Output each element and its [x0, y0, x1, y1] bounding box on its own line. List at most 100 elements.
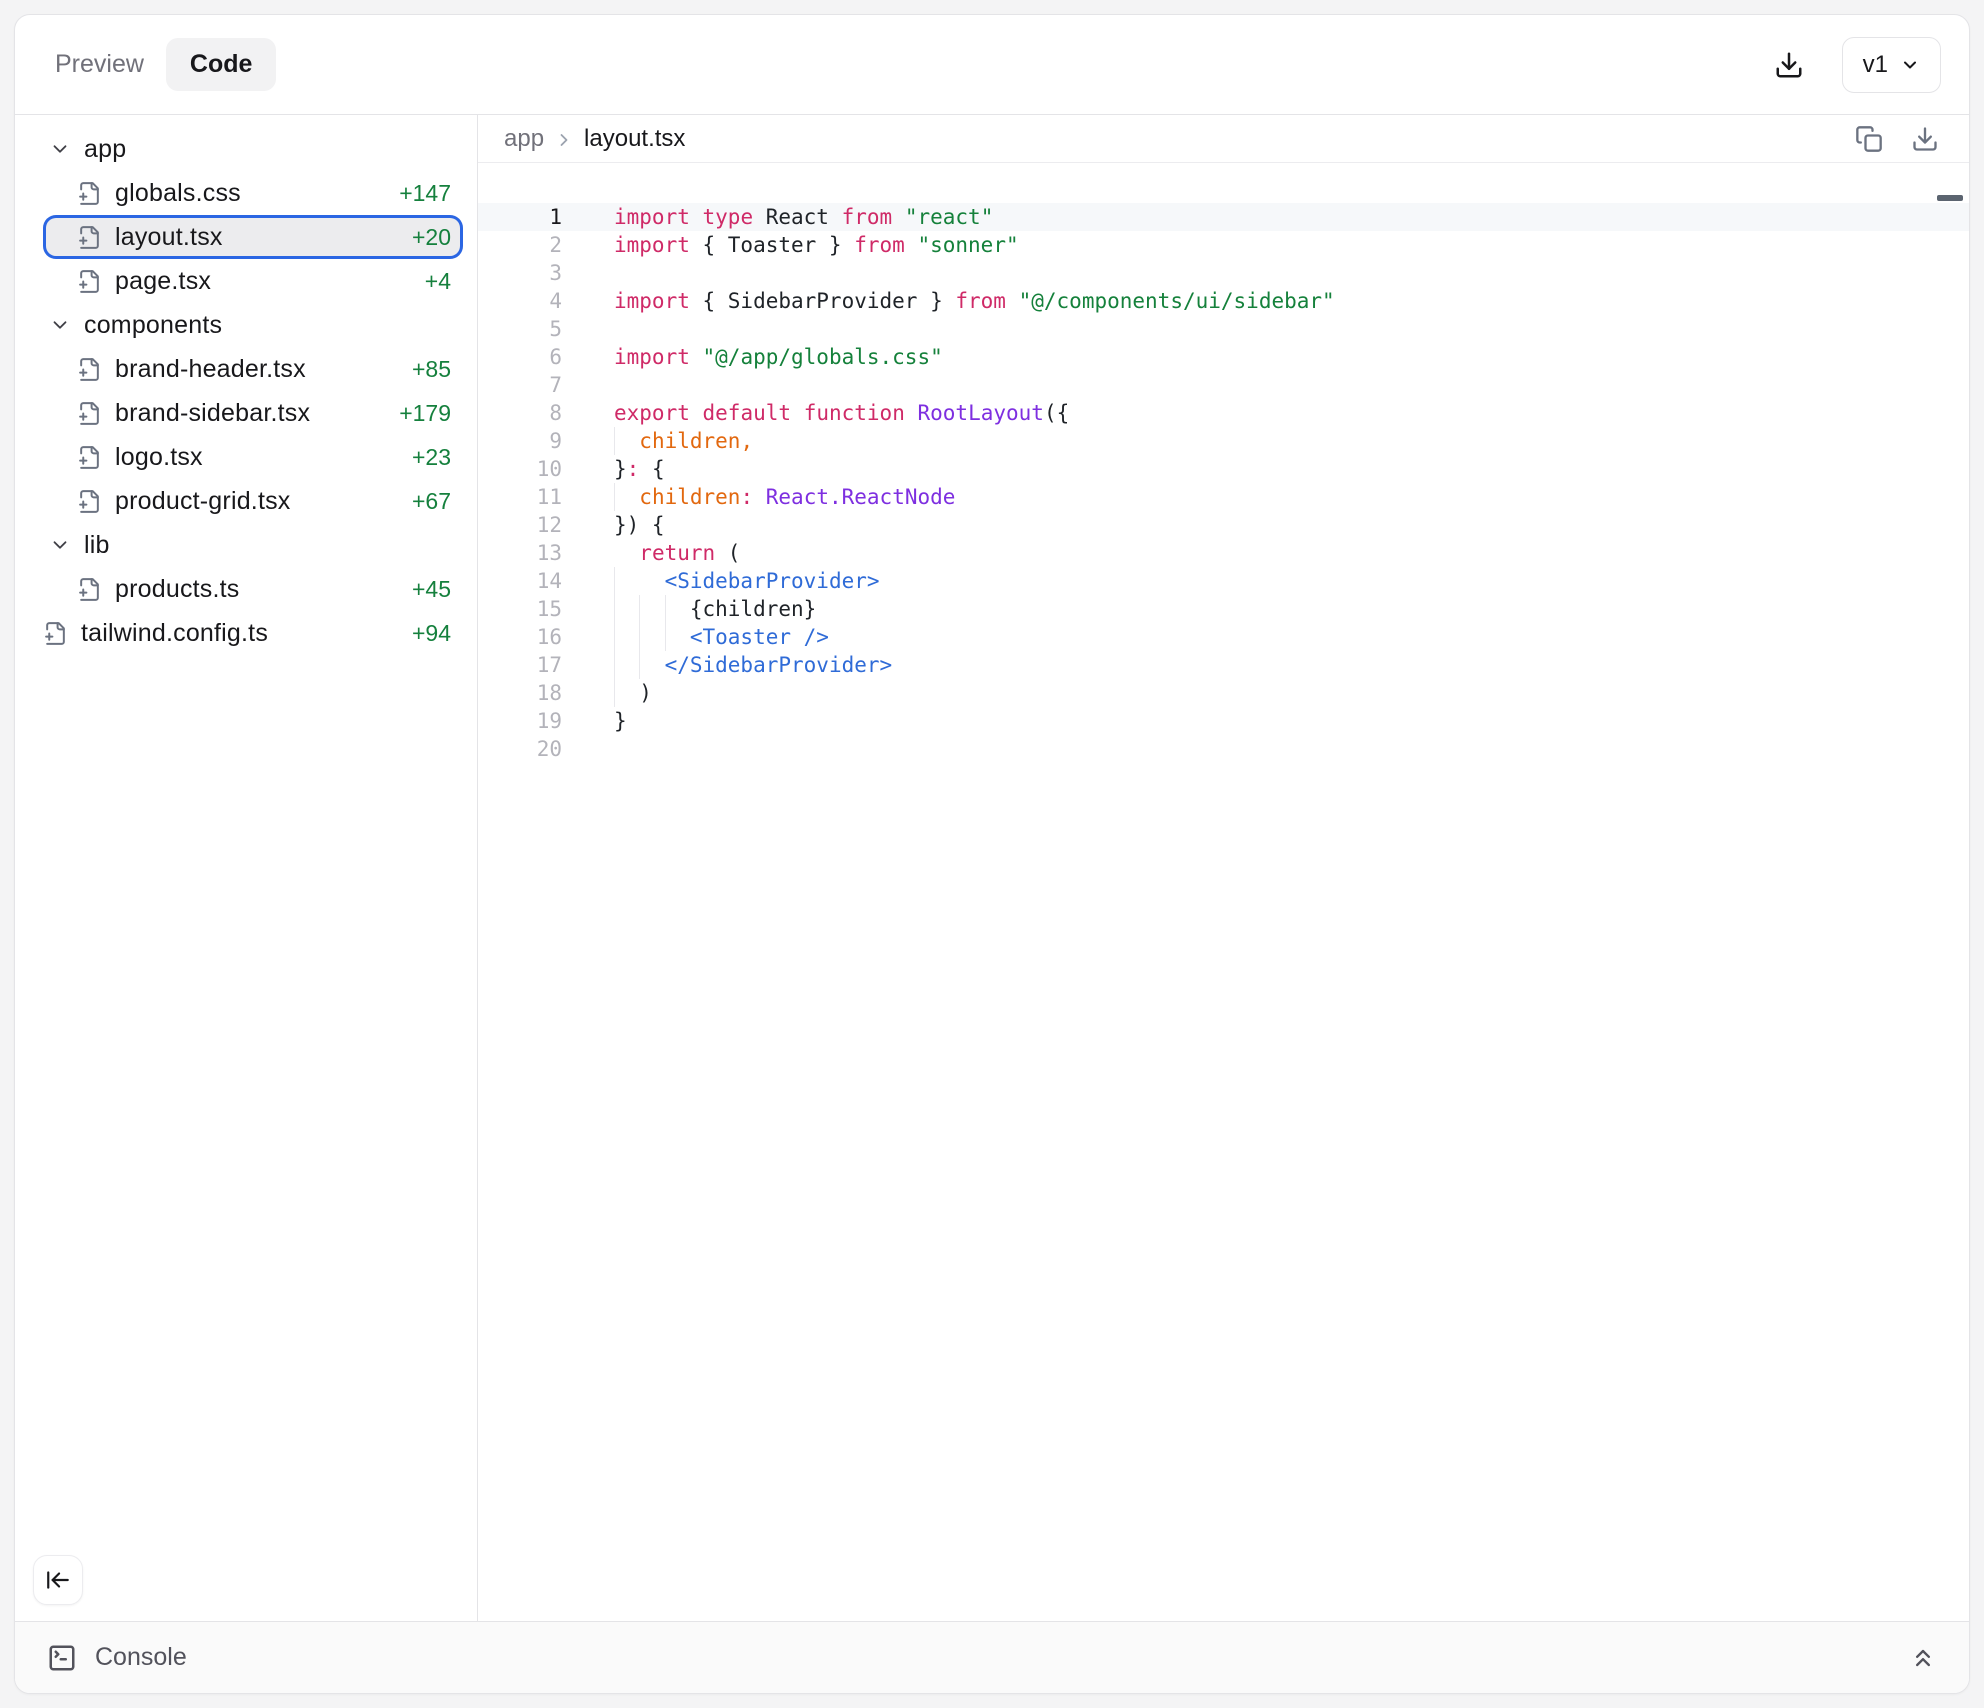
line-content: children: React.ReactNode: [562, 483, 955, 511]
file-row-globals-css[interactable]: globals.css +147: [43, 171, 463, 215]
line-content: }: [562, 707, 627, 735]
line-number: 9: [478, 427, 562, 455]
view-tabs: Preview Code: [39, 38, 276, 91]
code-line: 18 ): [478, 679, 1969, 707]
code-line: 10}: {: [478, 455, 1969, 483]
added-lines-badge: +23: [412, 444, 451, 471]
folder-row-lib[interactable]: lib: [43, 523, 463, 567]
file-name: products.ts: [115, 575, 404, 604]
added-lines-badge: +4: [425, 268, 451, 295]
chevron-down-icon: [1900, 55, 1920, 75]
file-tree-sidebar: app globals.css +147 layout.tsx+20 page.tsx +…: [15, 115, 478, 1621]
line-number: 16: [478, 623, 562, 651]
code-line: 19}: [478, 707, 1969, 735]
line-number: 6: [478, 343, 562, 371]
code-panel: app layout.tsx: [478, 115, 1969, 1621]
file-row-products-ts[interactable]: products.ts+45: [43, 567, 463, 611]
file-name: brand-header.tsx: [115, 355, 404, 384]
line-content: [562, 259, 614, 287]
line-number: 8: [478, 399, 562, 427]
line-number: 14: [478, 567, 562, 595]
folder-name: app: [84, 135, 451, 164]
code-line: 15 {children}: [478, 595, 1969, 623]
line-content: import { Toaster } from "sonner": [562, 231, 1019, 259]
copy-icon: [1855, 125, 1883, 153]
file-name: brand-sidebar.tsx: [115, 399, 391, 428]
file-name: page.tsx: [115, 267, 417, 296]
added-lines-badge: +147: [399, 180, 451, 207]
folder-row-components[interactable]: components: [43, 303, 463, 347]
line-number: 1: [478, 203, 562, 231]
line-content: {children}: [562, 595, 816, 623]
code-line: 6import "@/app/globals.css": [478, 343, 1969, 371]
line-content: import "@/app/globals.css": [562, 343, 943, 371]
file-tree: app globals.css +147 layout.tsx+20 page.tsx +…: [43, 127, 463, 655]
chevron-down-icon: [49, 314, 71, 336]
scrollbar-change-marker: [1937, 195, 1963, 201]
collapse-sidebar-button[interactable]: [33, 1555, 83, 1605]
file-plus-icon: [43, 621, 68, 646]
code-line: 1import type React from "react": [478, 203, 1969, 231]
version-selector[interactable]: v1: [1842, 37, 1941, 93]
code-viewer-window: Preview Code v1 app globals.css +147 layout…: [14, 14, 1970, 1694]
download-project-button[interactable]: [1772, 48, 1806, 82]
tab-preview[interactable]: Preview: [39, 38, 160, 91]
line-content: children,: [562, 427, 753, 455]
line-content: </SidebarProvider>: [562, 651, 892, 679]
added-lines-badge: +85: [412, 356, 451, 383]
code-editor[interactable]: 1import type React from "react"2import {…: [478, 163, 1969, 1621]
line-content: }) {: [562, 511, 665, 539]
line-content: return (: [562, 539, 740, 567]
file-row-layout-tsx[interactable]: layout.tsx+20: [43, 215, 463, 259]
arrow-left-to-line-icon: [45, 1567, 71, 1593]
line-content: ): [562, 679, 652, 707]
line-content: <Toaster />: [562, 623, 829, 651]
file-row-logo-tsx[interactable]: logo.tsx+23: [43, 435, 463, 479]
line-content: [562, 735, 614, 763]
code-line: 20: [478, 735, 1969, 763]
download-icon: [1774, 50, 1804, 80]
chevron-right-icon: [554, 130, 574, 150]
chevron-down-icon: [49, 138, 71, 160]
line-number: 12: [478, 511, 562, 539]
console-bar[interactable]: Console: [15, 1621, 1969, 1693]
added-lines-badge: +179: [399, 400, 451, 427]
file-row-tailwind-config-ts[interactable]: tailwind.config.ts+94: [43, 611, 463, 655]
file-row-brand-header-tsx[interactable]: brand-header.tsx +85: [43, 347, 463, 391]
line-number: 5: [478, 315, 562, 343]
breadcrumb-folder[interactable]: app: [504, 125, 544, 153]
line-number: 13: [478, 539, 562, 567]
folder-row-app[interactable]: app: [43, 127, 463, 171]
file-plus-icon: [77, 401, 102, 426]
line-number: 15: [478, 595, 562, 623]
line-content: [562, 315, 614, 343]
download-file-button[interactable]: [1911, 125, 1939, 153]
version-label: v1: [1863, 51, 1888, 79]
expand-console-button[interactable]: [1909, 1644, 1937, 1672]
code-header: app layout.tsx: [478, 115, 1969, 163]
line-content: import { SidebarProvider } from "@/compo…: [562, 287, 1335, 315]
copy-code-button[interactable]: [1855, 125, 1883, 153]
file-row-page-tsx[interactable]: page.tsx +4: [43, 259, 463, 303]
file-plus-icon: [77, 489, 102, 514]
download-icon: [1911, 125, 1939, 153]
chevrons-up-icon: [1909, 1644, 1937, 1672]
file-plus-icon: [77, 181, 102, 206]
file-plus-icon: [77, 225, 102, 250]
line-content: export default function RootLayout({: [562, 399, 1069, 427]
added-lines-badge: +94: [412, 620, 451, 647]
added-lines-badge: +20: [412, 224, 451, 251]
file-row-brand-sidebar-tsx[interactable]: brand-sidebar.tsx +179: [43, 391, 463, 435]
line-content: <SidebarProvider>: [562, 567, 880, 595]
code-line: 4import { SidebarProvider } from "@/comp…: [478, 287, 1969, 315]
file-row-product-grid-tsx[interactable]: product-grid.tsx+67: [43, 479, 463, 523]
code-actions: [1855, 125, 1939, 153]
code-line: 5: [478, 315, 1969, 343]
line-content: }: {: [562, 455, 665, 483]
code-line: 8export default function RootLayout({: [478, 399, 1969, 427]
code-line: 11 children: React.ReactNode: [478, 483, 1969, 511]
file-name: globals.css: [115, 179, 391, 208]
line-number: 11: [478, 483, 562, 511]
tab-code[interactable]: Code: [166, 38, 277, 91]
console-label: Console: [95, 1643, 187, 1672]
